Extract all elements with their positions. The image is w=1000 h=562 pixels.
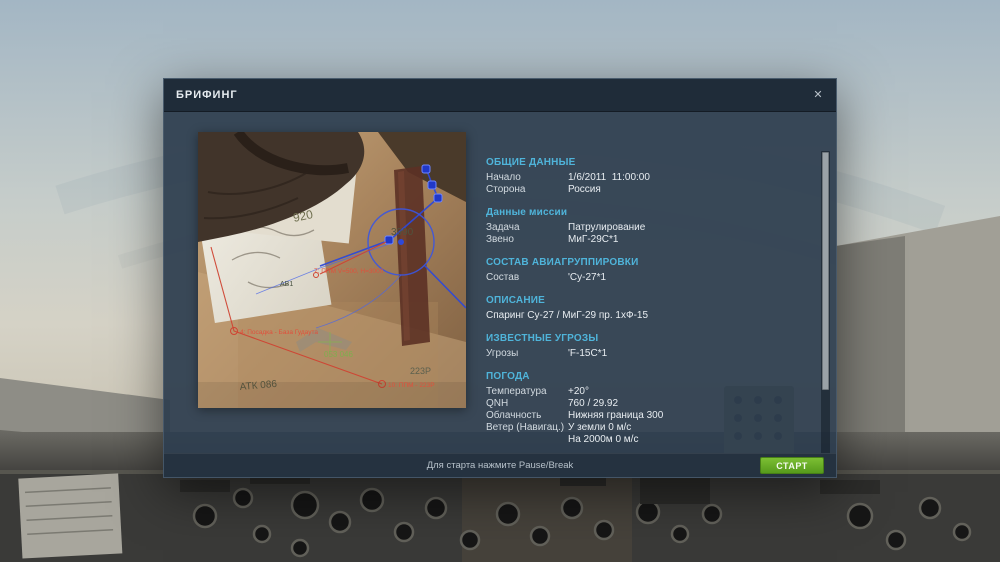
briefing-section: ОПИСАНИЕ Спаринг Су-27 / МиГ-29 пр. 1хФ-1… (486, 295, 786, 322)
briefing-section: ПОГОДА Температура +20° QNH 760 / 29.92 Облач… (486, 371, 786, 446)
row-value: 'F-15С*1 (568, 348, 608, 359)
row-value: МиГ-29С*1 (568, 234, 619, 245)
section-heading: ОБЩИЕ ДАННЫЕ (486, 157, 576, 168)
row-label: Облачность (486, 410, 542, 421)
briefing-row: Начало 1/6/2011 11:00:00 (486, 172, 786, 184)
start-hint: Для старта нажмите Pause/Break (426, 460, 574, 471)
row-label: Сторона (486, 184, 526, 195)
briefing-dialog: БРИФИНГ ✕ 920 3990 223Р АТК 086 053 046 … (163, 78, 837, 478)
briefing-row: На 2000м 0 м/с (486, 434, 786, 446)
briefing-row: Облачность Нижняя граница 300 (486, 410, 786, 422)
row-label: Начало (486, 172, 521, 183)
briefing-row: Задача Патрулирование (486, 222, 786, 234)
row-label: Угрозы (486, 348, 519, 359)
row-value: Нижняя граница 300 (568, 410, 664, 421)
row-value: У земли 0 м/с (568, 422, 632, 433)
dialog-body: 920 3990 223Р АТК 086 053 046 АВ1 7: ППМ V=500… (164, 111, 836, 459)
row-label: Температура (486, 386, 547, 397)
briefing-row: Сторона Россия (486, 184, 786, 196)
dialog-title: БРИФИНГ (176, 89, 238, 101)
mission-map[interactable]: 920 3990 223Р АТК 086 053 046 АВ1 7: ППМ V=500… (196, 129, 467, 408)
briefing-row: Звено МиГ-29С*1 (486, 234, 786, 246)
map-label: 3990 (391, 227, 414, 238)
scrollbar-thumb[interactable] (822, 152, 829, 390)
dialog-header: БРИФИНГ ✕ (164, 79, 836, 112)
row-value: +20° (568, 386, 589, 397)
briefing-info: ОБЩИЕ ДАННЫЕ Начало 1/6/2011 11:00:00 Сторо… (486, 157, 786, 457)
row-value: 1/6/2011 11:00:00 (568, 172, 650, 183)
row-label: Звено (486, 234, 514, 245)
row-value: 'Су-27*1 (568, 272, 607, 283)
row-value: Спаринг Су-27 / МиГ-29 пр. 1хФ-15 (486, 310, 649, 321)
briefing-row: Состав 'Су-27*1 (486, 272, 786, 284)
section-heading: ПОГОДА (486, 371, 530, 382)
section-heading: ИЗВЕСТНЫЕ УГРОЗЫ (486, 333, 599, 344)
dialog-footer: Для старта нажмите Pause/Break СТАРТ (164, 453, 836, 477)
row-label: QNH (486, 398, 509, 409)
map-label: 7: ППМ V=500, Н=3000 (314, 268, 384, 275)
scrollbar[interactable] (821, 151, 830, 459)
start-button[interactable]: СТАРТ (760, 457, 824, 474)
row-label: Задача (486, 222, 520, 233)
map-label: 053 046 (324, 350, 353, 359)
row-value: 760 / 29.92 (568, 398, 619, 409)
section-heading: ОПИСАНИЕ (486, 295, 546, 306)
section-heading: Данные миссии (486, 207, 568, 218)
briefing-row: Спаринг Су-27 / МиГ-29 пр. 1хФ-15 (486, 310, 786, 322)
row-label: Ветер (Навигац.) (486, 422, 565, 433)
mission-map-image: 9203990223РАТК 086053 046АВ17: ППМ V=500… (196, 129, 467, 408)
map-label: АВ1 (280, 281, 293, 288)
map-label: 4: Посадка - База Гудаута (240, 329, 318, 336)
row-value: Патрулирование (568, 222, 646, 233)
section-heading: СОСТАВ АВИАГРУППИРОВКИ (486, 257, 639, 268)
briefing-row: Угрозы 'F-15С*1 (486, 348, 786, 360)
map-label: 10: ППМ - 223Р (388, 382, 435, 389)
briefing-section: СОСТАВ АВИАГРУППИРОВКИ Состав 'Су-27*1 (486, 257, 786, 284)
briefing-section: ИЗВЕСТНЫЕ УГРОЗЫ Угрозы 'F-15С*1 (486, 333, 786, 360)
map-label: 223Р (410, 366, 431, 376)
row-label (486, 434, 568, 446)
close-icon[interactable]: ✕ (810, 87, 826, 103)
briefing-section: ОБЩИЕ ДАННЫЕ Начало 1/6/2011 11:00:00 Сторо… (486, 157, 786, 196)
briefing-row: QNH 760 / 29.92 (486, 398, 786, 410)
row-value: На 2000м 0 м/с (568, 434, 639, 445)
row-label: Состав (486, 272, 520, 283)
row-value: Россия (568, 184, 601, 195)
briefing-row: Ветер (Навигац.) У земли 0 м/с (486, 422, 786, 434)
briefing-section: Данные миссии Задача Патрулирование Звено Ми… (486, 207, 786, 246)
briefing-row: Температура +20° (486, 386, 786, 398)
